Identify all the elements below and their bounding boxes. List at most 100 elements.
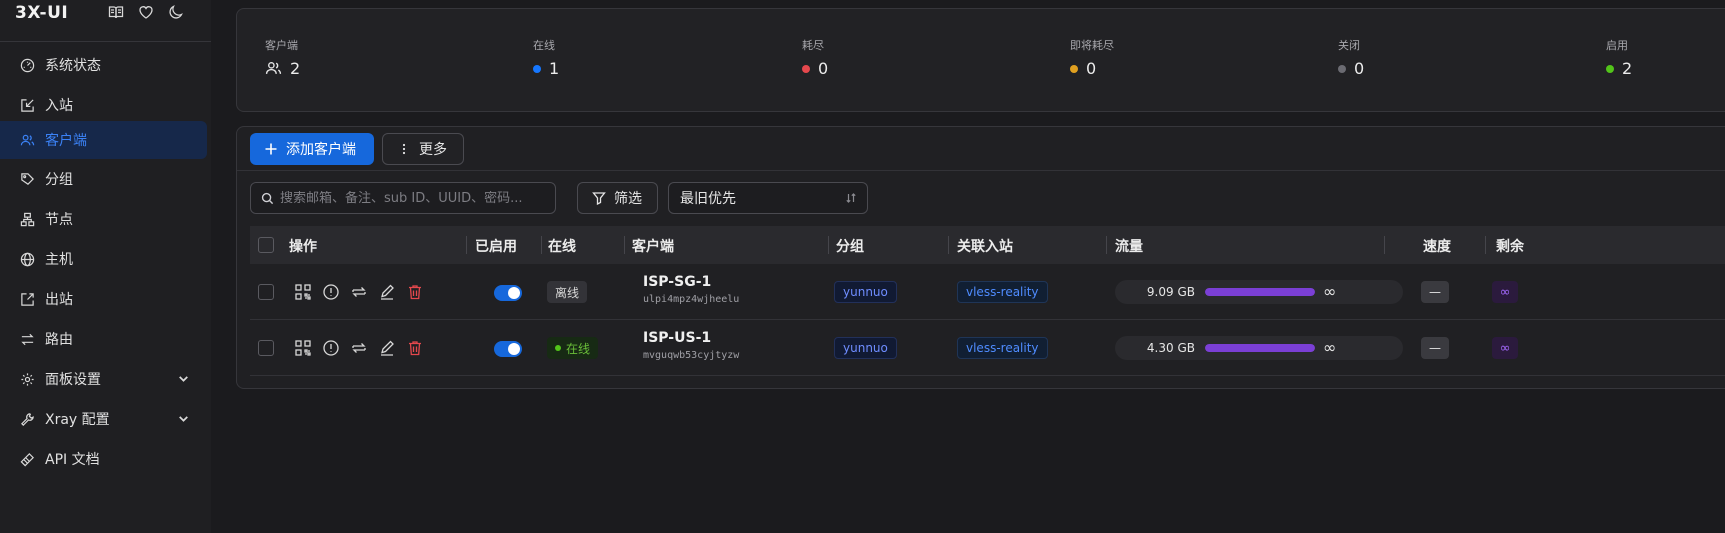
traffic-limit: ∞ <box>1323 338 1337 357</box>
row-checkbox[interactable] <box>258 340 274 356</box>
header-actions: 操作 <box>289 239 317 255</box>
search-icon <box>261 192 274 204</box>
sidebar-item-groups[interactable]: 分组 <box>0 160 207 198</box>
info-icon[interactable] <box>322 339 340 357</box>
reset-icon[interactable] <box>350 339 368 357</box>
sidebar-item-panel-settings[interactable]: 面板设置 <box>0 360 207 398</box>
stat-value: 2 <box>290 59 301 78</box>
status-dot <box>1070 64 1078 73</box>
heart-icon[interactable] <box>138 4 154 20</box>
book-icon[interactable] <box>108 4 124 20</box>
users-icon <box>265 61 282 74</box>
sidebar-item-label: 系统状态 <box>45 58 101 74</box>
filter-label: 筛选 <box>614 191 642 207</box>
enabled-toggle[interactable] <box>494 285 522 301</box>
info-icon[interactable] <box>322 283 340 301</box>
header-icons <box>108 4 184 20</box>
sidebar-item-routing[interactable]: 路由 <box>0 320 207 358</box>
qrcode-icon[interactable] <box>294 339 312 357</box>
client-name: ISP-US-1 <box>643 330 712 346</box>
sidebar-item-label: 客户端 <box>45 133 87 149</box>
table-row: 离线 ISP-SG-1 ulpi4mpz4wjheelu yunnuo vles… <box>250 264 1725 320</box>
inbound-tag: vless-reality <box>957 337 1048 359</box>
stat-label: 在线 <box>533 39 555 52</box>
table-header: 操作 已启用 在线 客户端 分组 关联入站 流量 速度 剩余 <box>250 226 1725 264</box>
sidebar-item-system-status[interactable]: 系统状态 <box>0 46 207 84</box>
select-all-checkbox[interactable] <box>258 237 274 253</box>
stat-value: 0 <box>818 59 829 78</box>
inbound-tag: vless-reality <box>957 281 1048 303</box>
speed-text: — <box>1429 341 1441 355</box>
globe-icon <box>20 252 35 266</box>
header-speed: 速度 <box>1423 239 1451 255</box>
traffic-bar <box>1205 344 1315 352</box>
speed-badge: — <box>1421 281 1449 303</box>
sidebar-item-outbound[interactable]: 出站 <box>0 280 207 318</box>
traffic-fill <box>1205 288 1315 296</box>
remaining-text: ∞ <box>1499 340 1511 356</box>
add-client-button[interactable]: 添加客户端 <box>250 133 374 165</box>
api-icon <box>20 452 34 466</box>
gear-icon <box>21 372 34 386</box>
group-tag: yunnuo <box>834 337 897 359</box>
table-row: 在线 ISP-US-1 mvguqwb53cyjtyzw yunnuo vles… <box>250 320 1725 376</box>
dashboard-icon <box>20 58 35 72</box>
traffic-value: 9.09 GB <box>1146 285 1195 299</box>
sidebar-item-xray-config[interactable]: Xray 配置 <box>0 400 207 438</box>
stat-label: 即将耗尽 <box>1070 39 1114 52</box>
group-text: yunnuo <box>843 341 888 355</box>
sidebar-item-clients[interactable]: 客户端 <box>0 121 207 159</box>
search-input[interactable] <box>280 190 540 206</box>
search-box[interactable] <box>250 182 556 214</box>
status-dot <box>802 64 810 73</box>
route-icon <box>21 333 34 345</box>
edit-icon[interactable] <box>378 283 396 301</box>
row-actions <box>294 339 424 357</box>
outbound-icon <box>21 292 34 306</box>
stat-label: 客户端 <box>265 39 298 52</box>
stat-depleted: 耗尽 0 <box>802 37 828 78</box>
delete-icon[interactable] <box>406 339 424 357</box>
column-divider <box>466 236 467 254</box>
delete-icon[interactable] <box>406 283 424 301</box>
nodes-icon <box>20 212 35 226</box>
remaining-badge: ∞ <box>1492 281 1518 303</box>
column-divider <box>624 236 625 254</box>
reset-icon[interactable] <box>350 283 368 301</box>
row-checkbox[interactable] <box>258 284 274 300</box>
plus-icon <box>265 143 277 155</box>
moon-icon[interactable] <box>168 4 184 20</box>
header-inbound: 关联入站 <box>957 239 1013 255</box>
status-dot <box>555 345 561 351</box>
header-client: 客户端 <box>632 239 674 255</box>
sidebar-item-nodes[interactable]: 节点 <box>0 200 207 238</box>
wrench-icon <box>21 412 34 426</box>
column-divider <box>1485 236 1486 254</box>
stat-expiring: 即将耗尽 0 <box>1070 37 1114 78</box>
enabled-toggle[interactable] <box>494 341 522 357</box>
app-title: 3X-UI <box>15 3 69 23</box>
qrcode-icon[interactable] <box>294 283 312 301</box>
status-dot <box>533 64 541 73</box>
more-button[interactable]: 更多 <box>382 133 464 165</box>
sidebar: 3X-UI 系统状态 入站 客户端 分组 节点 主机 出站 路由 面板设置 Xr… <box>0 0 211 533</box>
toolbar-divider <box>237 170 1725 171</box>
sort-select[interactable]: 最旧优先 <box>668 182 868 214</box>
traffic-meter: 9.09 GB ∞ <box>1115 280 1403 304</box>
filter-button[interactable]: 筛选 <box>577 182 658 214</box>
remaining-badge: ∞ <box>1492 337 1518 359</box>
status-dot <box>1606 64 1614 73</box>
sidebar-item-api-docs[interactable]: API 文档 <box>0 440 207 478</box>
stat-label: 耗尽 <box>802 39 824 52</box>
client-sub-id: ulpi4mpz4wjheelu <box>643 294 740 305</box>
sidebar-item-label: 主机 <box>45 252 73 268</box>
sidebar-item-label: 面板设置 <box>45 372 101 388</box>
sidebar-item-hosts[interactable]: 主机 <box>0 240 207 278</box>
sidebar-item-inbound[interactable]: 入站 <box>0 86 207 124</box>
header-traffic: 流量 <box>1115 239 1143 255</box>
stat-value: 2 <box>1622 59 1633 78</box>
status-text: 离线 <box>555 285 580 300</box>
edit-icon[interactable] <box>378 339 396 357</box>
traffic-limit: ∞ <box>1323 282 1337 301</box>
header-remaining: 剩余 <box>1496 239 1524 255</box>
